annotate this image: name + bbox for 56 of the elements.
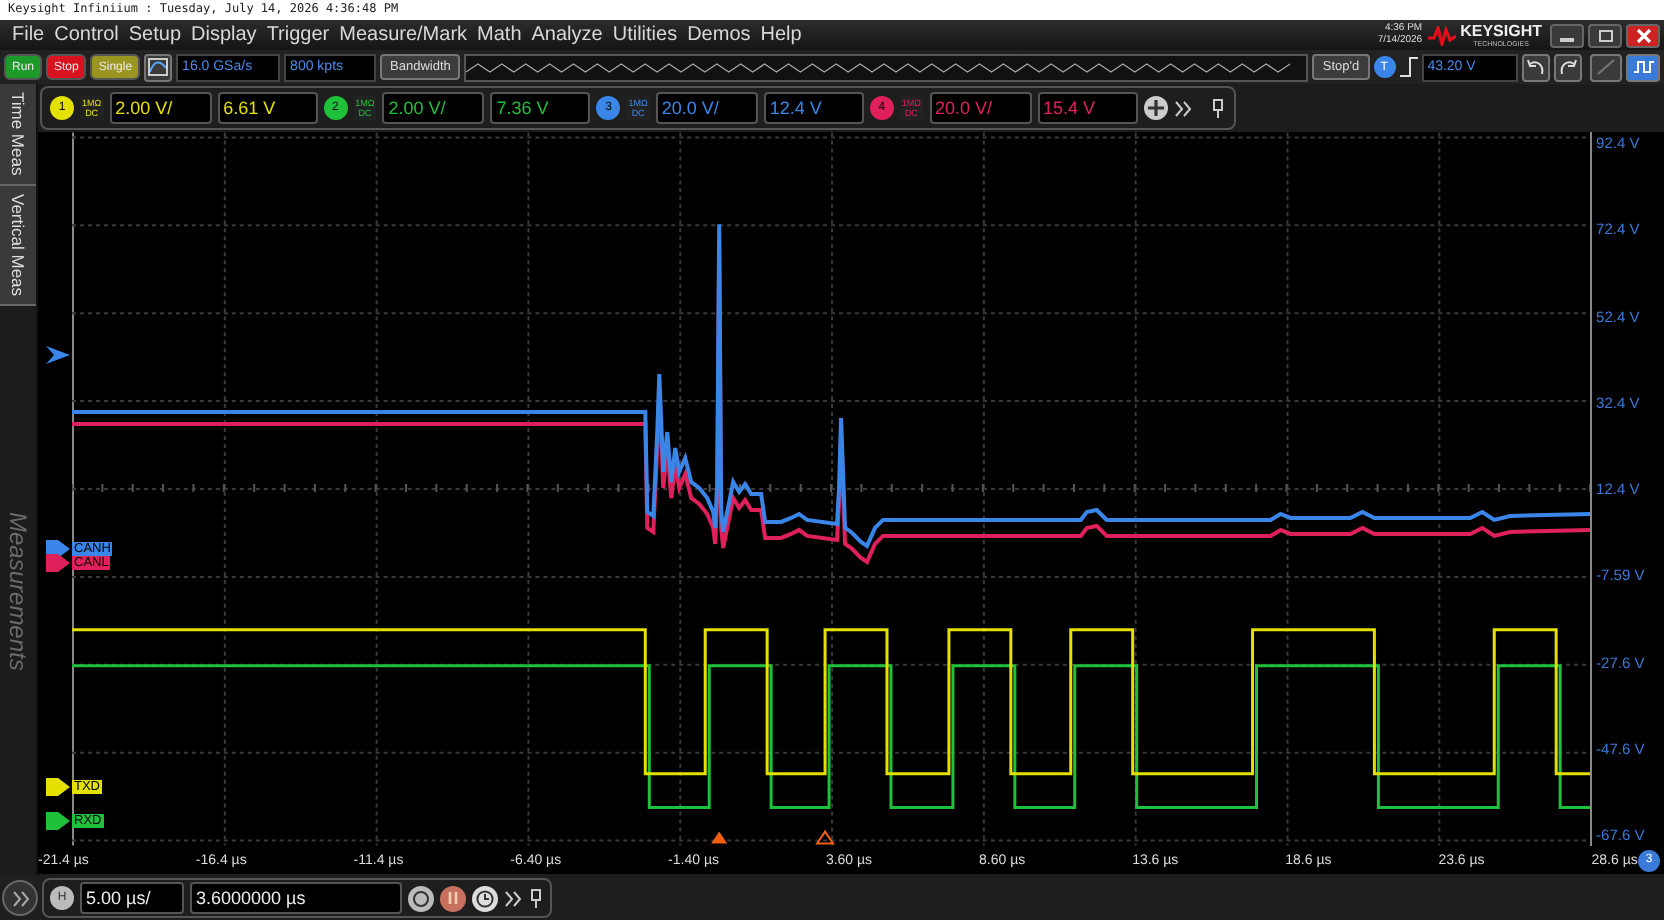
clock-icon[interactable] (472, 885, 498, 911)
maximize-button[interactable] (1588, 23, 1622, 47)
waveform-overview[interactable] (464, 53, 1309, 81)
menu-item[interactable]: Trigger (266, 24, 330, 46)
pin-icon[interactable] (1209, 98, 1225, 118)
logo-wave-icon (1428, 25, 1457, 45)
offset-field[interactable]: 15.4 V (1037, 92, 1137, 124)
square-wave-icon (1631, 58, 1656, 76)
menu-item[interactable]: Math (477, 24, 522, 46)
offset-field[interactable]: 7.36 V (490, 92, 591, 124)
expand-panel-icon[interactable] (2, 880, 38, 916)
logo-name: KEYSIGHT (1460, 23, 1542, 39)
panel-title: Measurements (4, 511, 32, 671)
menu-item[interactable]: Utilities (612, 24, 678, 46)
minimize-button[interactable] (1550, 23, 1584, 47)
pause-icon[interactable] (440, 885, 466, 911)
expand-icon[interactable] (504, 889, 522, 907)
reference-point-icon (815, 829, 835, 845)
undo-button[interactable] (1521, 53, 1550, 81)
trigger-level-icon[interactable] (46, 346, 70, 364)
scale-field[interactable]: 2.00 V/ (382, 92, 485, 124)
menu-item[interactable]: Display (191, 24, 257, 46)
scale-field[interactable]: 2.00 V/ (109, 92, 212, 124)
autoscale-button[interactable] (144, 53, 173, 81)
undo-icon (1525, 58, 1546, 76)
redo-button[interactable] (1553, 53, 1582, 81)
menu-item[interactable]: File (12, 24, 45, 46)
pin-icon[interactable] (528, 888, 544, 908)
offset-field[interactable]: 12.4 V (763, 92, 864, 124)
minimize-icon (1560, 38, 1574, 42)
rising-edge-icon[interactable] (1399, 56, 1418, 78)
scale-field[interactable]: 20.0 V/ (655, 92, 758, 124)
display-mode-button[interactable] (1589, 53, 1623, 81)
close-button[interactable] (1626, 23, 1660, 47)
waveform-mode-button[interactable] (1626, 53, 1660, 81)
time-position-field[interactable]: 3.6000000 µs (190, 882, 402, 914)
menu-item[interactable]: Demos (687, 24, 751, 46)
side-tab[interactable]: Time Meas (0, 84, 36, 186)
add-channel-icon[interactable] (1143, 96, 1167, 120)
zoom-icon[interactable] (408, 885, 434, 911)
expand-icon[interactable] (1173, 99, 1191, 117)
menu-item[interactable]: Setup (128, 24, 182, 46)
time-scale-field[interactable]: 5.00 µs/ (80, 882, 184, 914)
maximize-icon (1597, 27, 1613, 43)
diagonal-line-icon (1596, 58, 1617, 76)
menu-item[interactable]: Control (54, 24, 119, 46)
side-tab[interactable]: Vertical Meas (0, 185, 36, 306)
offset-field[interactable]: 6.61 V (217, 92, 318, 124)
menu-item[interactable]: Help (760, 24, 802, 46)
menu-item[interactable]: Measure/Mark (339, 24, 468, 46)
sine-wave-icon (466, 62, 1292, 72)
curve-icon (148, 58, 169, 76)
menu-item[interactable]: Analyze (531, 24, 603, 46)
close-icon (1635, 27, 1651, 43)
scale-field[interactable]: 20.0 V/ (929, 92, 1031, 124)
redo-icon (1557, 58, 1578, 76)
